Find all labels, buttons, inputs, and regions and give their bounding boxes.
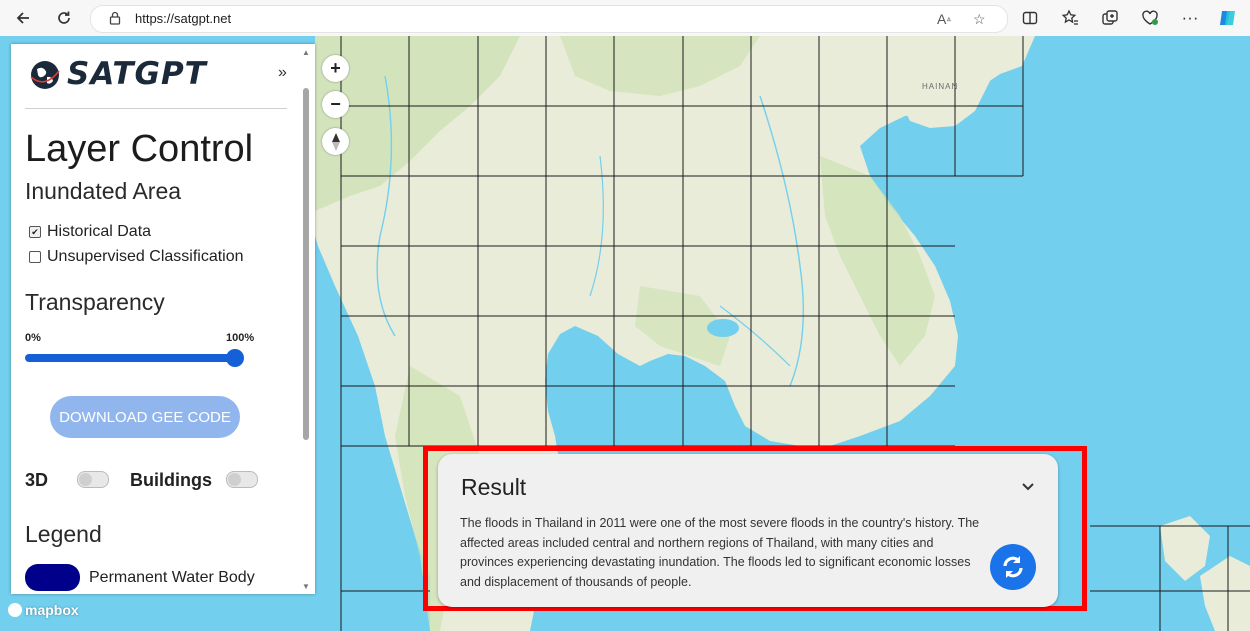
slider-min-label: 0% (25, 332, 41, 344)
legend-swatch-permanent-water (25, 564, 80, 591)
result-text: The floods in Thailand in 2011 were one … (460, 516, 980, 589)
result-card: Result The floods in Thailand in 2011 we… (438, 454, 1058, 607)
url-text: https://satgpt.net (135, 11, 232, 26)
map-label-hainan: HAINAN (922, 82, 959, 91)
address-bar[interactable]: https://satgpt.net Aᐞ ☆ (90, 5, 1008, 33)
compass-icon (331, 132, 340, 151)
result-title: Result (461, 474, 527, 500)
regenerate-button[interactable] (990, 544, 1036, 590)
panel-scrollbar[interactable] (303, 88, 309, 440)
browser-essentials-icon[interactable] (1138, 6, 1162, 30)
mapbox-text: mapbox (25, 602, 79, 618)
compass-button[interactable] (322, 128, 349, 155)
checkbox-label: Historical Data (47, 223, 152, 240)
legend-label: Permanent Water Body (89, 569, 255, 586)
scroll-down-arrow-icon[interactable]: ▼ (302, 582, 310, 591)
checkbox-unchecked-icon[interactable] (29, 251, 41, 263)
mapbox-logo[interactable]: mapbox (8, 602, 79, 618)
copilot-icon[interactable] (1216, 6, 1240, 30)
checkbox-checked-icon[interactable]: ✔ (29, 226, 41, 238)
zoom-in-button[interactable]: + (322, 55, 349, 82)
more-options-icon[interactable]: ··· (1178, 6, 1202, 30)
toggle-3d-label: 3D (25, 470, 49, 490)
transparency-slider-track[interactable] (25, 354, 235, 362)
chevron-down-icon[interactable] (1022, 478, 1034, 496)
transparency-slider-thumb[interactable] (226, 349, 244, 367)
panel-title: Layer Control (25, 128, 254, 170)
checkbox-unsupervised-classification[interactable]: Unsupervised Classification (29, 248, 244, 266)
mapbox-icon (8, 603, 22, 617)
toggle-buildings-switch[interactable] (226, 471, 258, 488)
layer-control-panel: SATGPT » Layer Control Inundated Area ✔ … (11, 44, 315, 594)
favorite-star-icon[interactable]: ☆ (973, 11, 986, 28)
download-gee-code-button[interactable]: DOWNLOAD GEE CODE (50, 396, 240, 438)
refresh-arrows-icon (1003, 556, 1023, 578)
logo-text: SATGPT (67, 56, 207, 92)
refresh-icon[interactable] (52, 6, 76, 30)
slider-max-label: 100% (226, 332, 255, 344)
split-screen-icon[interactable] (1018, 6, 1042, 30)
toggle-knob (79, 473, 92, 486)
checkbox-label: Unsupervised Classification (47, 248, 244, 265)
globe-icon (30, 61, 60, 89)
scroll-up-arrow-icon[interactable]: ▲ (302, 48, 310, 57)
back-arrow-icon[interactable] (11, 6, 35, 30)
toggle-knob (228, 473, 241, 486)
collections-icon[interactable] (1098, 6, 1122, 30)
checkbox-historical-data[interactable]: ✔ Historical Data (29, 223, 151, 241)
legend-title: Legend (25, 521, 102, 547)
section-inundated-area: Inundated Area (25, 178, 182, 204)
divider (25, 108, 287, 109)
satgpt-logo: SATGPT (29, 56, 264, 92)
zoom-out-button[interactable]: − (322, 91, 349, 118)
read-aloud-icon[interactable]: Aᐞ (937, 11, 951, 27)
collapse-panel-icon[interactable]: » (278, 64, 287, 82)
lock-icon (109, 11, 121, 30)
favorites-icon[interactable] (1058, 6, 1082, 30)
section-transparency: Transparency (25, 289, 165, 315)
toggle-3d-switch[interactable] (77, 471, 109, 488)
toggle-buildings-label: Buildings (130, 470, 212, 490)
browser-toolbar: https://satgpt.net Aᐞ ☆ ··· (0, 0, 1250, 37)
